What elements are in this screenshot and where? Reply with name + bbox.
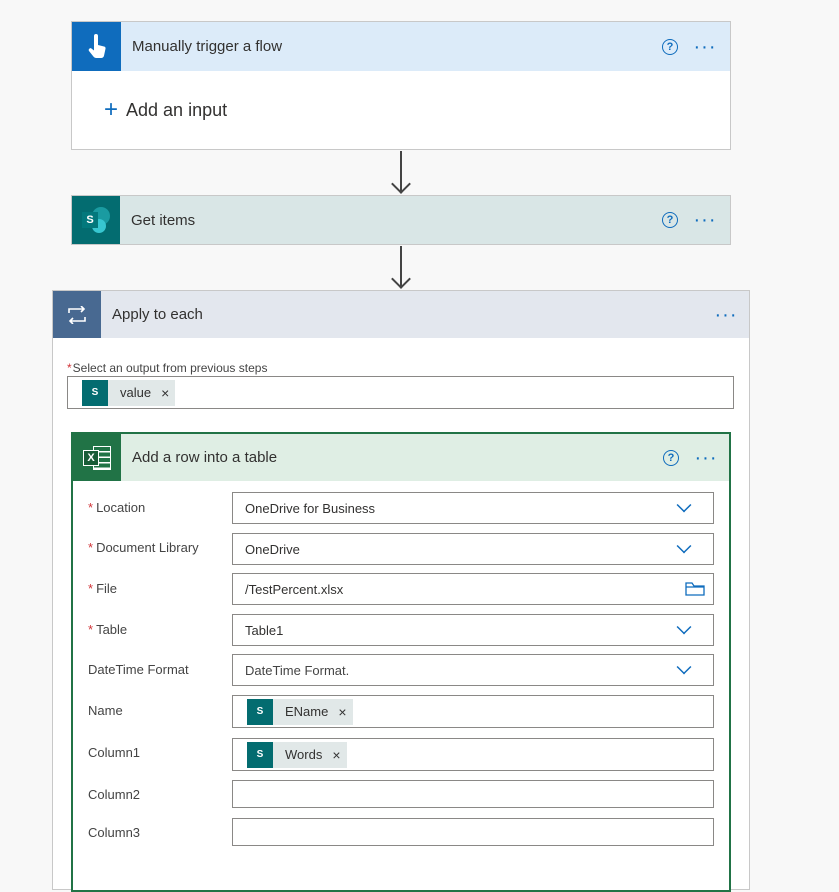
required-mark: *	[88, 500, 94, 515]
add-row-tile: X	[73, 434, 121, 481]
help-icon[interactable]: ?	[662, 212, 678, 228]
get-items-card: S Get items ? ···	[71, 195, 731, 245]
words-token[interactable]: S Words ×	[247, 741, 347, 768]
column2-label: Column2	[88, 787, 141, 802]
loop-icon	[68, 305, 86, 324]
select-output-field[interactable]: S value ×	[67, 376, 734, 409]
column2-input[interactable]	[232, 780, 714, 808]
chevron-down-icon	[676, 659, 692, 675]
get-items-tile: S	[72, 196, 120, 244]
sharepoint-icon: S	[82, 207, 110, 233]
sharepoint-icon: S	[82, 379, 108, 406]
table-value: Table1	[245, 622, 284, 638]
apply-to-each-header[interactable]: Apply to each ···	[53, 291, 749, 338]
add-input-button[interactable]: + Add an input	[104, 98, 227, 122]
token-label: Words	[285, 747, 323, 762]
token-label: value	[120, 385, 152, 400]
ename-token[interactable]: S EName ×	[247, 698, 353, 725]
help-icon[interactable]: ?	[663, 449, 679, 466]
column1-label: Column1	[88, 745, 141, 760]
table-label: * Table	[88, 622, 128, 637]
trigger-card: Manually trigger a flow ? ··· + Add an i…	[71, 21, 731, 150]
datetime-format-placeholder: DateTime Format.	[245, 662, 350, 678]
help-icon[interactable]: ?	[662, 38, 678, 55]
more-options-icon[interactable]: ···	[711, 305, 741, 325]
location-label: * Location	[88, 500, 146, 515]
more-options-icon[interactable]: ···	[690, 210, 720, 230]
apply-to-each-tile	[53, 291, 101, 338]
document-library-dropdown[interactable]: OneDrive	[232, 533, 714, 565]
chevron-down-icon	[676, 538, 692, 554]
trigger-header[interactable]: Manually trigger a flow ? ···	[72, 22, 730, 71]
column3-label: Column3	[88, 825, 141, 840]
excel-icon: X	[83, 445, 111, 470]
apply-to-each-title: Apply to each	[112, 306, 203, 323]
document-library-value: OneDrive	[245, 541, 300, 557]
more-options-icon[interactable]: ···	[691, 448, 721, 468]
plus-icon: +	[104, 96, 119, 123]
required-mark: *	[88, 540, 94, 555]
chevron-down-icon	[676, 497, 692, 513]
trigger-title: Manually trigger a flow	[132, 38, 283, 55]
name-field[interactable]: S EName ×	[232, 695, 714, 728]
add-row-title: Add a row into a table	[132, 449, 278, 466]
get-items-header[interactable]: S Get items ? ···	[72, 196, 730, 244]
column1-field[interactable]: S Words ×	[232, 738, 714, 771]
remove-token-icon[interactable]: ×	[161, 385, 169, 401]
required-mark: *	[67, 361, 72, 375]
token-label: EName	[285, 704, 329, 719]
datetime-format-dropdown[interactable]: DateTime Format.	[232, 654, 714, 686]
required-mark: *	[88, 622, 94, 637]
add-row-header[interactable]: X Add a row into a table ? ···	[73, 434, 729, 481]
folder-icon[interactable]	[685, 581, 705, 597]
more-options-icon[interactable]: ···	[690, 37, 720, 57]
touch-hand-icon	[88, 33, 106, 58]
select-output-label: *Select an output from previous steps	[67, 361, 268, 375]
location-dropdown[interactable]: OneDrive for Business	[232, 492, 714, 524]
add-input-label: Add an input	[126, 99, 228, 120]
name-label: Name	[88, 703, 123, 718]
connector-arrowhead	[391, 174, 411, 194]
required-mark: *	[88, 581, 94, 596]
location-value: OneDrive for Business	[245, 500, 376, 516]
remove-token-icon[interactable]: ×	[332, 747, 340, 763]
get-items-title: Get items	[131, 211, 196, 229]
chevron-down-icon	[676, 619, 692, 635]
connector-arrowhead	[391, 269, 411, 289]
sharepoint-icon: S	[247, 698, 273, 725]
value-token[interactable]: S value ×	[82, 379, 176, 406]
table-dropdown[interactable]: Table1	[232, 614, 714, 646]
file-label: * File	[88, 581, 118, 596]
column3-input[interactable]	[232, 818, 714, 846]
datetime-format-label: DateTime Format	[88, 662, 189, 677]
trigger-tile	[72, 22, 121, 71]
sharepoint-icon: S	[247, 741, 273, 768]
apply-to-each-card: Apply to each ··· *Select an output from…	[52, 290, 750, 892]
file-value: /TestPercent.xlsx	[245, 581, 344, 597]
file-picker[interactable]: /TestPercent.xlsx	[232, 573, 714, 605]
document-library-label: * Document Library	[88, 540, 199, 555]
add-row-card: X Add a row into a table ? ··· * Location…	[71, 432, 731, 892]
remove-token-icon[interactable]: ×	[338, 704, 346, 720]
